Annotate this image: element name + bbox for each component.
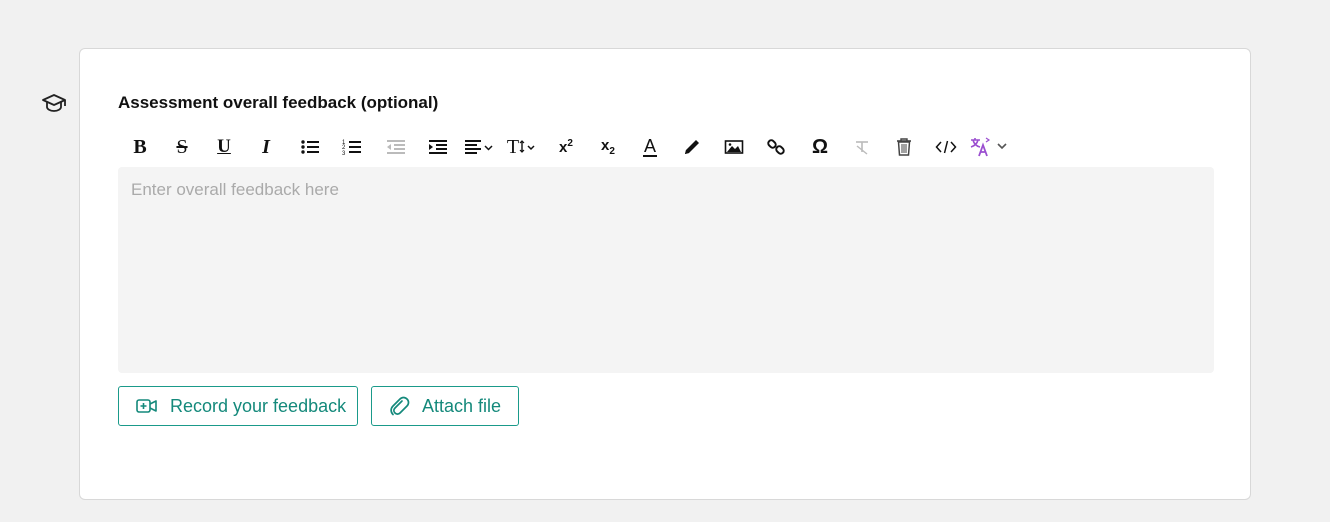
strikethrough-icon[interactable]: S	[170, 131, 194, 163]
attach-file-button[interactable]: Attach file	[371, 386, 519, 426]
font-size-icon: T	[506, 135, 520, 158]
section-title: Assessment overall feedback (optional)	[118, 93, 439, 112]
outdent-icon[interactable]	[384, 131, 408, 163]
superscript-icon[interactable]: x2	[554, 131, 578, 163]
italic-icon[interactable]: I	[254, 131, 278, 163]
feedback-editor[interactable]: Enter overall feedback here	[118, 167, 1214, 373]
paperclip-icon	[388, 395, 410, 417]
bullet-list-icon[interactable]	[298, 131, 322, 163]
feedback-card: Assessment overall feedback (optional) B…	[79, 48, 1251, 500]
pencil-icon[interactable]	[680, 131, 704, 163]
attach-file-label: Attach file	[422, 395, 502, 416]
clear-format-icon[interactable]	[850, 131, 874, 163]
trash-icon[interactable]	[892, 131, 916, 163]
link-icon[interactable]	[764, 131, 788, 163]
numbered-list-icon[interactable]: 1 2 3	[340, 131, 364, 163]
translate-dropdown[interactable]	[970, 131, 1012, 163]
editor-toolbar: B S U I 1 2 3 T x2 x2 A Ω	[118, 131, 1118, 163]
editor-placeholder: Enter overall feedback here	[131, 180, 339, 199]
video-add-icon	[136, 397, 158, 415]
code-icon[interactable]	[934, 131, 958, 163]
align-icon	[465, 140, 493, 154]
record-feedback-button[interactable]: Record your feedback	[118, 386, 358, 426]
font-color-icon[interactable]: A	[638, 131, 662, 163]
graduation-cap-icon	[41, 90, 67, 116]
svg-text:3: 3	[342, 151, 346, 156]
record-feedback-label: Record your feedback	[170, 395, 347, 416]
underline-icon[interactable]: U	[212, 131, 236, 163]
translate-icon	[970, 137, 1007, 157]
omega-icon[interactable]: Ω	[808, 131, 832, 163]
bold-icon[interactable]: B	[128, 131, 152, 163]
subscript-icon[interactable]: x2	[596, 131, 620, 163]
indent-icon[interactable]	[426, 131, 450, 163]
font-size-dropdown[interactable]: T	[506, 131, 538, 163]
align-dropdown[interactable]	[464, 131, 496, 163]
image-icon[interactable]	[722, 131, 746, 163]
